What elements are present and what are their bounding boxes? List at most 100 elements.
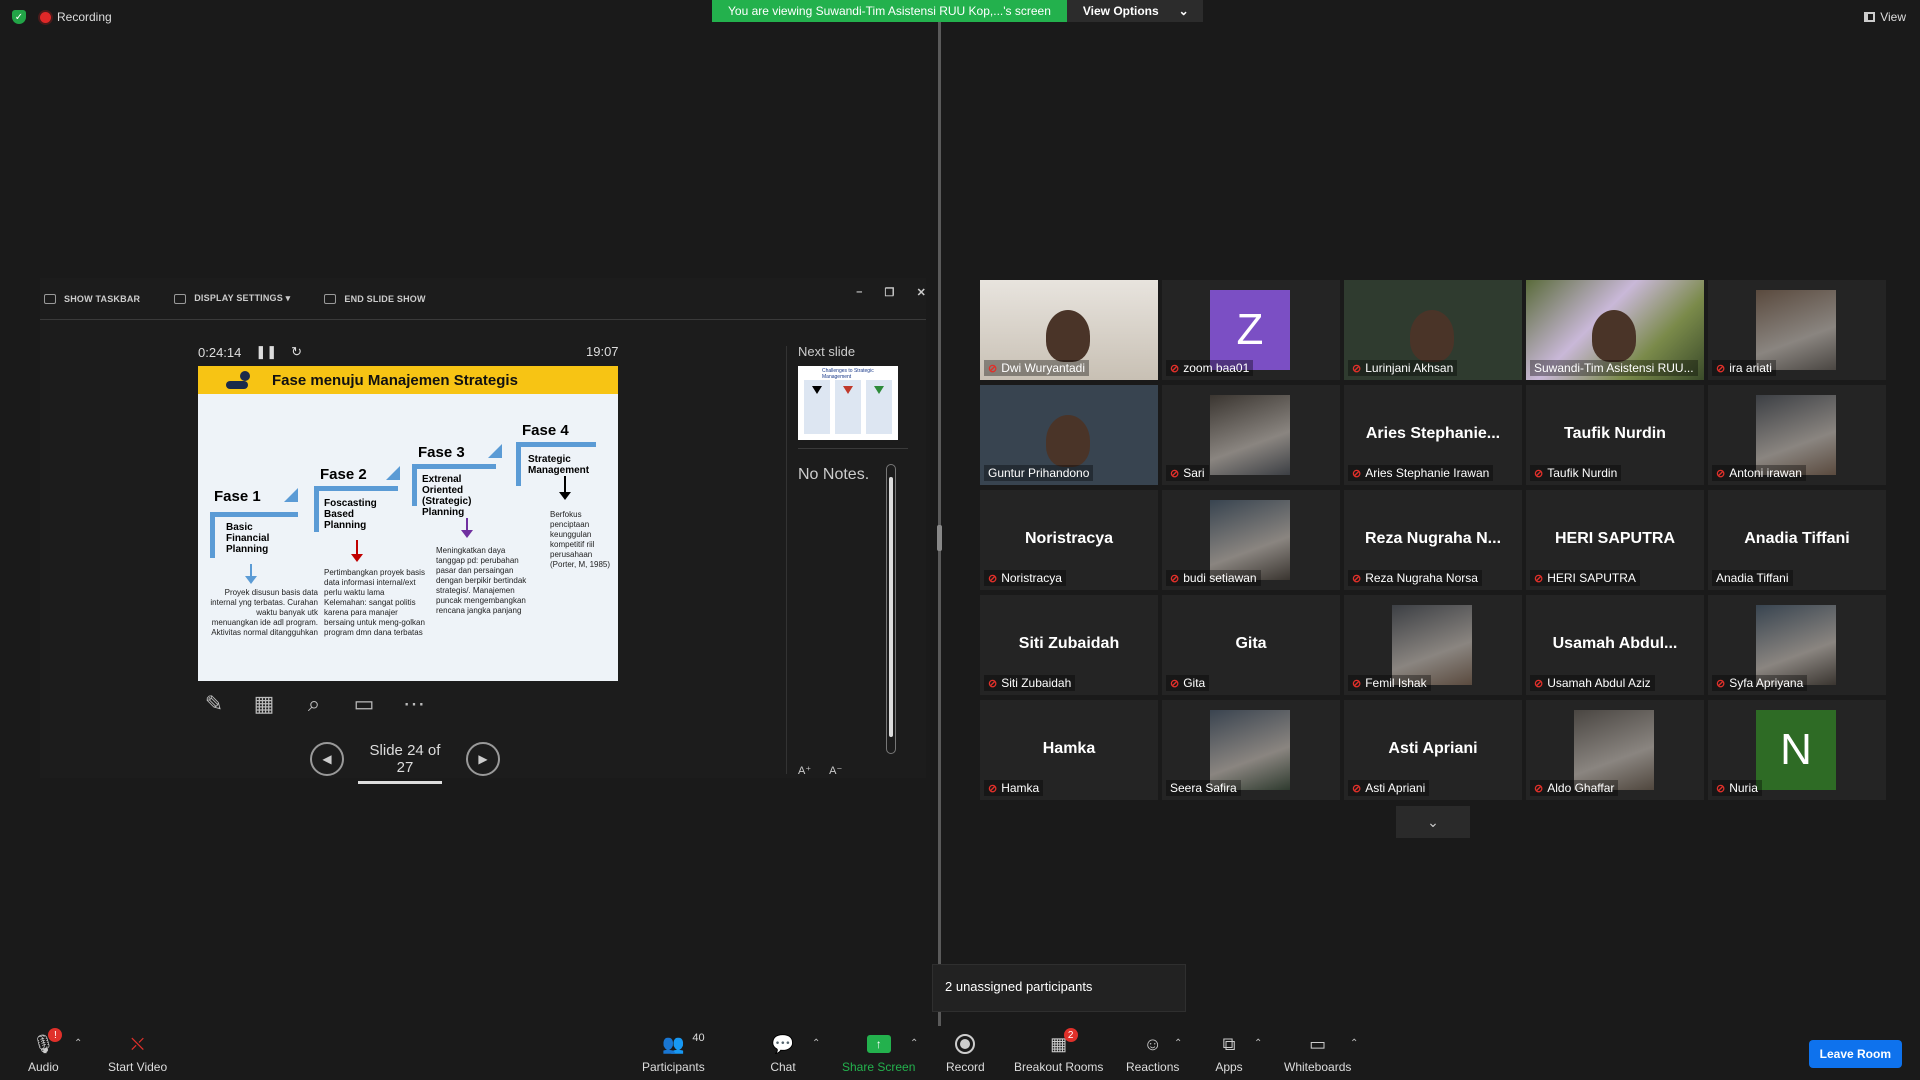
slide-navigation: ◀ Slide 24 of 27 ▶: [310, 742, 500, 784]
show-taskbar-button[interactable]: SHOW TASKBAR: [44, 293, 141, 304]
participant-tile[interactable]: Hamka ⊘ Hamka: [980, 700, 1158, 800]
breakout-rooms-button[interactable]: ▦ 2 Breakout Rooms: [1014, 1028, 1103, 1074]
participant-tile[interactable]: Reza Nugraha N... ⊘ Reza Nugraha Norsa: [1344, 490, 1522, 590]
participant-tile[interactable]: ⊘ Femil Ishak: [1344, 595, 1522, 695]
muted-mic-icon: ⊘: [1352, 677, 1362, 690]
participant-name: Siti Zubaidah: [1001, 676, 1072, 690]
chat-button[interactable]: 💬 Chat: [768, 1032, 798, 1075]
split-divider[interactable]: [938, 22, 941, 1026]
view-button[interactable]: View: [1864, 10, 1906, 24]
reactions-button[interactable]: ☺ Reactions: [1126, 1032, 1179, 1075]
participant-name-label: ⊘ Aldo Ghaffar: [1530, 780, 1619, 796]
participant-tile[interactable]: Taufik Nurdin ⊘ Taufik Nurdin: [1526, 385, 1704, 485]
participant-tile[interactable]: Gita ⊘ Gita: [1162, 595, 1340, 695]
gallery-next-page-icon[interactable]: ⌄: [1396, 806, 1470, 838]
participant-tile[interactable]: ⊘ Syfa Apriyana: [1708, 595, 1886, 695]
participant-tile[interactable]: ⊘ Lurinjani Akhsan: [1344, 280, 1522, 380]
close-icon[interactable]: ✕: [917, 286, 926, 299]
show-taskbar-label: SHOW TASKBAR: [64, 293, 141, 304]
participants-label: Participants: [642, 1060, 705, 1074]
participant-tile[interactable]: Asti Apriani ⊘ Asti Apriani: [1344, 700, 1522, 800]
apps-options-caret-icon[interactable]: ⌃: [1254, 1038, 1262, 1049]
see-all-slides-icon[interactable]: ▦: [250, 690, 278, 718]
view-options-label: View Options: [1082, 4, 1159, 18]
record-button[interactable]: Record: [946, 1032, 985, 1074]
muted-mic-icon: ⊘: [1716, 782, 1726, 795]
participant-tile[interactable]: ⊘ budi setiawan: [1162, 490, 1340, 590]
participant-tile[interactable]: ⊘ Aldo Ghaffar: [1526, 700, 1704, 800]
next-slide-thumbnail[interactable]: Challenges to Strategic Management: [798, 366, 898, 440]
share-screen-button[interactable]: ↑ Share Screen: [842, 1032, 915, 1074]
recording-label: Recording: [57, 10, 112, 24]
whiteboards-options-caret-icon[interactable]: ⌃: [1350, 1038, 1358, 1049]
participant-display-name: Asti Apriani: [1388, 740, 1478, 757]
breakout-rooms-badge: 2: [1063, 1028, 1078, 1042]
participant-figure: [1046, 415, 1090, 467]
participant-tile[interactable]: ⊘ Antoni irawan: [1708, 385, 1886, 485]
participant-tile[interactable]: Siti Zubaidah ⊘ Siti Zubaidah: [980, 595, 1158, 695]
start-video-label: Start Video: [108, 1060, 168, 1074]
participant-name: budi setiawan: [1183, 571, 1257, 585]
participant-tile[interactable]: Seera Safira: [1162, 700, 1340, 800]
restore-icon[interactable]: ❐: [885, 286, 895, 299]
avatar: Z: [1210, 290, 1290, 370]
start-video-button[interactable]: ⛌ Start Video: [108, 1032, 168, 1075]
participant-tile[interactable]: ⊘ Dwi Wuryantadi: [980, 280, 1158, 380]
participant-tile[interactable]: HERI SAPUTRA ⊘ HERI SAPUTRA: [1526, 490, 1704, 590]
participant-name-label: ⊘ HERI SAPUTRA: [1530, 570, 1640, 586]
reset-timer-icon[interactable]: ↻: [291, 344, 302, 360]
participant-name: Antoni irawan: [1729, 466, 1802, 480]
participant-tile[interactable]: ⊘ Sari: [1162, 385, 1340, 485]
more-options-icon[interactable]: ⋯: [400, 690, 428, 718]
previous-slide-icon[interactable]: ◀: [310, 742, 344, 776]
pause-icon[interactable]: ❚❚: [255, 344, 277, 360]
participants-button[interactable]: 👥 40 Participants: [642, 1032, 705, 1074]
share-options-caret-icon[interactable]: ⌃: [910, 1038, 918, 1049]
view-options-button[interactable]: View Options ⌄: [1066, 0, 1203, 22]
phase-2-riser: [314, 486, 319, 532]
participant-tile[interactable]: N ⊘ Nuria: [1708, 700, 1886, 800]
security-shield-icon[interactable]: ✓: [12, 10, 26, 24]
increase-font-icon[interactable]: A⁺: [798, 764, 811, 777]
slide-counter[interactable]: Slide 24 of 27: [358, 742, 452, 784]
top-status: ✓ Recording: [12, 10, 112, 24]
participant-tile[interactable]: Guntur Prihandono: [980, 385, 1158, 485]
participant-tile[interactable]: Noristracya ⊘ Noristracya: [980, 490, 1158, 590]
participant-tile[interactable]: Suwandi-Tim Asistensi RUU...: [1526, 280, 1704, 380]
meeting-window: ✓ Recording You are viewing Suwandi-Tim …: [0, 0, 1920, 1080]
speaker-notes[interactable]: No Notes.: [798, 466, 869, 484]
display-settings-button[interactable]: DISPLAY SETTINGS ▾: [174, 293, 290, 304]
participant-name: Sari: [1183, 466, 1205, 480]
divider-handle[interactable]: [937, 525, 942, 551]
participant-tile[interactable]: Anadia Tiffani Anadia Tiffani: [1708, 490, 1886, 590]
recording-indicator[interactable]: Recording: [40, 10, 112, 24]
notes-scrollbar[interactable]: [886, 464, 896, 754]
next-thumb-title: Challenges to Strategic Management: [822, 368, 874, 380]
whiteboards-button[interactable]: ▭ Whiteboards: [1284, 1032, 1351, 1075]
zoom-icon[interactable]: ⌕: [300, 690, 328, 718]
participant-tile[interactable]: Usamah Abdul... ⊘ Usamah Abdul Aziz: [1526, 595, 1704, 695]
muted-mic-icon: ⊘: [1352, 362, 1362, 375]
audio-options-caret-icon[interactable]: ⌃: [74, 1038, 82, 1049]
audio-button[interactable]: 🎙! Audio: [28, 1028, 63, 1074]
participant-name-label: ⊘ Syfa Apriyana: [1712, 675, 1808, 691]
minimize-icon[interactable]: –: [856, 286, 862, 299]
next-slide-icon[interactable]: ▶: [466, 742, 500, 776]
muted-mic-icon: ⊘: [1170, 677, 1180, 690]
participant-tile[interactable]: Aries Stephanie... ⊘ Aries Stephanie Irawa…: [1344, 385, 1522, 485]
black-screen-icon[interactable]: ▭: [350, 690, 378, 718]
participant-figure: [1410, 310, 1454, 362]
participant-tile[interactable]: Z ⊘ zoom baa01: [1162, 280, 1340, 380]
notes-divider[interactable]: [786, 346, 787, 774]
leave-room-button[interactable]: Leave Room: [1808, 1040, 1902, 1068]
participant-display-name: Hamka: [1042, 740, 1096, 757]
decrease-font-icon[interactable]: A⁻: [829, 764, 842, 777]
participant-name-label: ⊘ Lurinjani Akhsan: [1348, 360, 1458, 376]
chat-options-caret-icon[interactable]: ⌃: [812, 1038, 820, 1049]
participant-tile[interactable]: ⊘ ira ariati: [1708, 280, 1886, 380]
apps-button[interactable]: ⧉ Apps: [1214, 1032, 1244, 1075]
unassigned-participants-tooltip[interactable]: 2 unassigned participants: [932, 964, 1186, 1012]
pen-icon[interactable]: ✎: [200, 690, 228, 718]
reactions-options-caret-icon[interactable]: ⌃: [1174, 1038, 1182, 1049]
end-slide-show-button[interactable]: END SLIDE SHOW: [324, 293, 425, 304]
